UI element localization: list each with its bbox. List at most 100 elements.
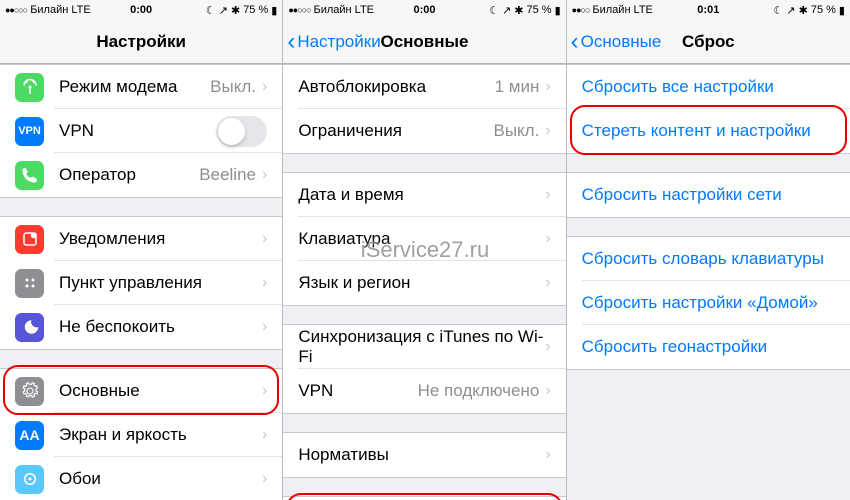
chevron-right-icon: › [262, 382, 267, 400]
chevron-left-icon: ‹ [571, 28, 579, 56]
notifications-icon [15, 225, 44, 254]
status-bar: ●●○○○БилайнLTE 0:00 ☾↗✱75 %▮ [283, 0, 565, 20]
general-label: Основные [59, 381, 262, 401]
content[interactable]: Режим модема Выкл. › VPN VPN Оператор Be… [0, 64, 282, 500]
row-wallpaper[interactable]: Обои › [0, 457, 282, 500]
bluetooth-icon: ✱ [231, 4, 240, 17]
signal-dots: ●●○○○ [5, 5, 27, 15]
content[interactable]: Автоблокировка 1 мин › Ограничения Выкл.… [283, 64, 565, 500]
row-dnd[interactable]: Не беспокоить › [0, 305, 282, 349]
network-label: LTE [634, 4, 653, 16]
vpn-label: VPN [59, 121, 216, 141]
chevron-right-icon: › [545, 274, 550, 292]
chevron-right-icon: › [545, 78, 550, 96]
chevron-right-icon: › [262, 274, 267, 292]
row-reset-keyboard[interactable]: Сбросить словарь клавиатуры [567, 237, 850, 281]
row-keyboard[interactable]: Клавиатура› [283, 217, 565, 261]
location-icon: ↗ [219, 4, 228, 17]
row-datetime[interactable]: Дата и время› [283, 173, 565, 217]
wallpaper-label: Обои [59, 469, 262, 489]
reset-all-label: Сбросить все настройки [582, 77, 835, 97]
row-notifications[interactable]: Уведомления › [0, 217, 282, 261]
chevron-right-icon: › [262, 166, 267, 184]
content[interactable]: Сбросить все настройки Стереть контент и… [567, 64, 850, 500]
row-reset-location[interactable]: Сбросить геонастройки [567, 325, 850, 369]
erase-label: Стереть контент и настройки [582, 121, 835, 141]
screen-reset: ●●○○БилайнLTE 0:01 ☾↗✱75 %▮ ‹Основные Сб… [567, 0, 850, 500]
clock: 0:00 [130, 4, 152, 16]
page-title: Сброс [682, 32, 735, 52]
moon-icon: ☾ [489, 4, 499, 17]
status-bar: ●●○○БилайнLTE 0:01 ☾↗✱75 %▮ [567, 0, 850, 20]
screen-settings: ●●○○○БилайнLTE 0:00 ☾↗✱75 %▮ Настройки Р… [0, 0, 283, 500]
row-display[interactable]: AA Экран и яркость › [0, 413, 282, 457]
row-itunes-sync[interactable]: Синхронизация с iTunes по Wi-Fi› [283, 325, 565, 369]
row-carrier[interactable]: Оператор Beeline › [0, 153, 282, 197]
row-erase-content[interactable]: Стереть контент и настройки [567, 109, 850, 153]
chevron-right-icon: › [545, 446, 550, 464]
clock: 0:01 [697, 4, 719, 16]
status-bar: ●●○○○БилайнLTE 0:00 ☾↗✱75 %▮ [0, 0, 282, 20]
vpn-label: VPN [298, 381, 417, 401]
navbar: Настройки [0, 20, 282, 64]
notifications-label: Уведомления [59, 229, 262, 249]
carrier-label: Билайн [592, 4, 630, 16]
carrier-label: Оператор [59, 165, 199, 185]
row-autolock[interactable]: Автоблокировка 1 мин › [283, 65, 565, 109]
chevron-right-icon: › [545, 186, 550, 204]
page-title: Основные [380, 32, 468, 52]
wallpaper-icon [15, 465, 44, 494]
carrier-label: Билайн [314, 4, 352, 16]
row-general[interactable]: Основные › [0, 369, 282, 413]
reset-keyboard-label: Сбросить словарь клавиатуры [582, 249, 835, 269]
chevron-right-icon: › [262, 470, 267, 488]
reset-location-label: Сбросить геонастройки [582, 337, 835, 357]
row-control-center[interactable]: Пункт управления › [0, 261, 282, 305]
battery-percent: 75 % [811, 4, 836, 16]
navbar: ‹Настройки Основные [283, 20, 565, 64]
back-button[interactable]: ‹Основные [571, 28, 662, 56]
moon-icon: ☾ [774, 4, 784, 17]
dnd-icon [15, 313, 44, 342]
row-reset-network[interactable]: Сбросить настройки сети [567, 173, 850, 217]
datetime-label: Дата и время [298, 185, 545, 205]
itunes-label: Синхронизация с iTunes по Wi-Fi [298, 327, 545, 367]
control-center-label: Пункт управления [59, 273, 262, 293]
autolock-label: Автоблокировка [298, 77, 494, 97]
back-button[interactable]: ‹Настройки [287, 28, 380, 56]
row-regulatory[interactable]: Нормативы› [283, 433, 565, 477]
restrictions-value: Выкл. [493, 121, 539, 141]
location-icon: ↗ [786, 4, 795, 17]
hotspot-label: Режим модема [59, 77, 210, 97]
chevron-right-icon: › [262, 318, 267, 336]
back-label: Настройки [297, 32, 380, 52]
row-vpn[interactable]: VPN VPN [0, 109, 282, 153]
signal-dots: ●●○○ [572, 5, 590, 15]
chevron-right-icon: › [262, 426, 267, 444]
signal-dots: ●●○○○ [288, 5, 310, 15]
chevron-right-icon: › [545, 382, 550, 400]
phone-icon [15, 161, 44, 190]
location-icon: ↗ [502, 4, 511, 17]
screen-general: ●●○○○БилайнLTE 0:00 ☾↗✱75 %▮ ‹Настройки … [283, 0, 566, 500]
row-vpn[interactable]: VPNНе подключено› [283, 369, 565, 413]
hotspot-value: Выкл. [210, 77, 256, 97]
network-label: LTE [71, 4, 90, 16]
carrier-value: Beeline [199, 165, 256, 185]
row-hotspot[interactable]: Режим модема Выкл. › [0, 65, 282, 109]
row-reset-all[interactable]: Сбросить все настройки [567, 65, 850, 109]
keyboard-label: Клавиатура [298, 229, 545, 249]
network-label: LTE [355, 4, 374, 16]
back-label: Основные [581, 32, 662, 52]
bluetooth-icon: ✱ [799, 4, 808, 17]
row-restrictions[interactable]: Ограничения Выкл. › [283, 109, 565, 153]
vpn-toggle[interactable] [216, 116, 267, 147]
control-center-icon [15, 269, 44, 298]
chevron-right-icon: › [545, 122, 550, 140]
regulatory-label: Нормативы [298, 445, 545, 465]
vpn-icon: VPN [15, 117, 44, 146]
row-reset-home[interactable]: Сбросить настройки «Домой» [567, 281, 850, 325]
hotspot-icon [15, 73, 44, 102]
row-language[interactable]: Язык и регион› [283, 261, 565, 305]
page-title: Настройки [96, 32, 186, 52]
